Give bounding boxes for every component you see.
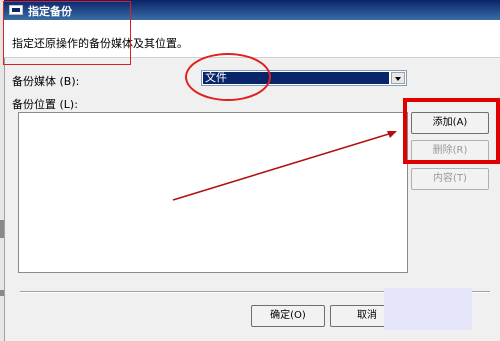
arrow-head — [387, 131, 397, 138]
annotation-arrow — [172, 131, 397, 201]
arrow-line — [172, 132, 393, 201]
